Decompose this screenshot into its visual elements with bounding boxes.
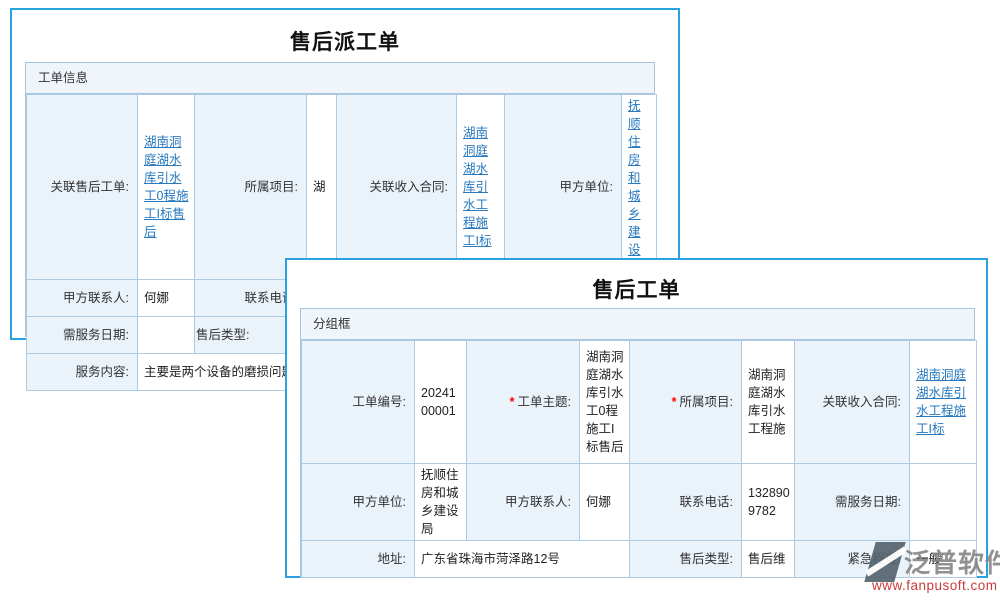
aftersales-order-window: 售后工单 分组框 工单编号: 2024100001 *工单主题: 湖南洞庭湖水库…	[285, 258, 988, 578]
table-row: 地址: 广东省珠海市菏泽路12号 售后类型: 售后维 紧急程度: 一般	[302, 541, 977, 578]
aftersales-type-value: 售后维	[742, 541, 795, 578]
service-content-label: 服务内容:	[27, 354, 138, 391]
related-income-contract-link[interactable]: 湖南洞庭湖水库引水工程施工I标	[916, 368, 966, 436]
watermark-url-text: www.fanpusoft.com	[872, 578, 998, 593]
table-row: 工单编号: 2024100001 *工单主题: 湖南洞庭湖水库引水工0程施工I标…	[302, 341, 977, 464]
related-income-contract-link[interactable]: 湖南洞庭湖水库引水工程施工I标	[463, 126, 491, 248]
phone-value: 1328909782	[742, 464, 795, 541]
client-unit-label: 甲方单位:	[302, 464, 415, 541]
service-date-value	[138, 317, 195, 354]
related-income-contract-label: 关联收入合同:	[337, 95, 457, 280]
urgency-value: 一般	[910, 541, 977, 578]
project-value: 湖南洞庭湖水库引水工程施	[742, 341, 795, 464]
phone-label: 联系电话:	[630, 464, 742, 541]
required-asterisk: *	[510, 395, 515, 409]
aftersales-order-title: 售后工单	[287, 274, 986, 304]
order-number-value: 2024100001	[415, 341, 467, 464]
client-unit-value: 抚顺住房和城乡建设局	[415, 464, 467, 541]
client-unit-cell: 抚顺住房和城乡建设局	[622, 95, 657, 280]
related-aftersales-order-cell: 湖南洞庭湖水库引水工0程施工I标售后	[138, 95, 195, 280]
related-income-contract-cell: 湖南洞庭湖水库引水工程施工I标	[457, 95, 505, 280]
service-date-label: 需服务日期:	[27, 317, 138, 354]
aftersales-type-label: 售后类型:	[630, 541, 742, 578]
table-row: 关联售后工单: 湖南洞庭湖水库引水工0程施工I标售后 所属项目: 湖 关联收入合…	[27, 95, 657, 280]
related-aftersales-order-link[interactable]: 湖南洞庭湖水库引水工0程施工I标售后	[144, 135, 188, 239]
client-contact-value: 何娜	[138, 280, 195, 317]
project-label: 所属项目:	[195, 95, 307, 280]
groupbox-header: 分组框	[301, 309, 974, 340]
related-income-contract-cell: 湖南洞庭湖水库引水工程施工I标	[910, 341, 977, 464]
order-subject-label: *工单主题:	[467, 341, 580, 464]
related-aftersales-order-label: 关联售后工单:	[27, 95, 138, 280]
service-date-value	[910, 464, 977, 541]
address-label: 地址:	[302, 541, 415, 578]
project-value: 湖	[307, 95, 337, 280]
address-value: 广东省珠海市菏泽路12号	[415, 541, 630, 578]
table-row: 甲方单位: 抚顺住房和城乡建设局 甲方联系人: 何娜 联系电话: 1328909…	[302, 464, 977, 541]
groupbox: 分组框 工单编号: 2024100001 *工单主题: 湖南洞庭湖水库引水工0程…	[300, 308, 975, 578]
required-asterisk: *	[672, 395, 677, 409]
client-contact-value: 何娜	[580, 464, 630, 541]
work-order-info-header: 工单信息	[26, 63, 654, 94]
order-subject-value: 湖南洞庭湖水库引水工0程施工I标售后	[580, 341, 630, 464]
client-unit-label: 甲方单位:	[505, 95, 622, 280]
dispatch-order-title: 售后派工单	[12, 26, 678, 56]
related-income-contract-label: 关联收入合同:	[795, 341, 910, 464]
project-label-text: 所属项目:	[680, 395, 733, 409]
order-number-label: 工单编号:	[302, 341, 415, 464]
service-date-label: 需服务日期:	[795, 464, 910, 541]
client-contact-label: 甲方联系人:	[27, 280, 138, 317]
client-contact-label: 甲方联系人:	[467, 464, 580, 541]
aftersales-order-table: 工单编号: 2024100001 *工单主题: 湖南洞庭湖水库引水工0程施工I标…	[301, 340, 977, 578]
urgency-label: 紧急程度:	[795, 541, 910, 578]
project-label: *所属项目:	[630, 341, 742, 464]
order-subject-label-text: 工单主题:	[518, 395, 571, 409]
client-unit-link[interactable]: 抚顺住房和城乡建设局	[628, 99, 641, 275]
